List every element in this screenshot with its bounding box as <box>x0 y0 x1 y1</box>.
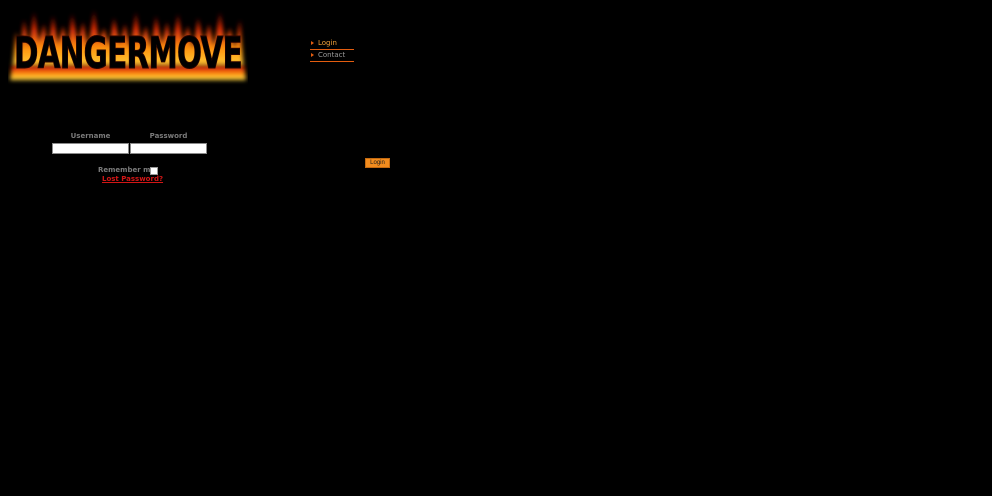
remember-me-checkbox[interactable] <box>150 167 158 175</box>
nav-item-login[interactable]: Login <box>310 38 354 50</box>
username-input[interactable] <box>52 143 129 154</box>
lost-password-link[interactable]: Lost Password? <box>102 175 163 183</box>
remember-me-label: Remember me <box>98 166 156 174</box>
login-button[interactable]: Login <box>365 158 390 168</box>
username-label: Username <box>70 132 111 140</box>
arrow-right-icon <box>311 41 314 45</box>
nav-item-label: Login <box>318 39 337 47</box>
nav-item-label: Contact <box>318 51 346 59</box>
flame-logo-graphic: DANGERMOVE <box>10 10 246 80</box>
site-logo[interactable]: DANGERMOVE <box>8 2 248 86</box>
page: DANGERMOVE Login Contact Username Passwo… <box>0 0 992 496</box>
logo-wordmark: DANGERMOVE <box>14 28 242 79</box>
nav-item-contact[interactable]: Contact <box>310 50 354 62</box>
arrow-right-icon <box>311 53 314 57</box>
main-nav: Login Contact <box>310 38 354 62</box>
password-label: Password <box>149 132 188 140</box>
password-input[interactable] <box>130 143 207 154</box>
